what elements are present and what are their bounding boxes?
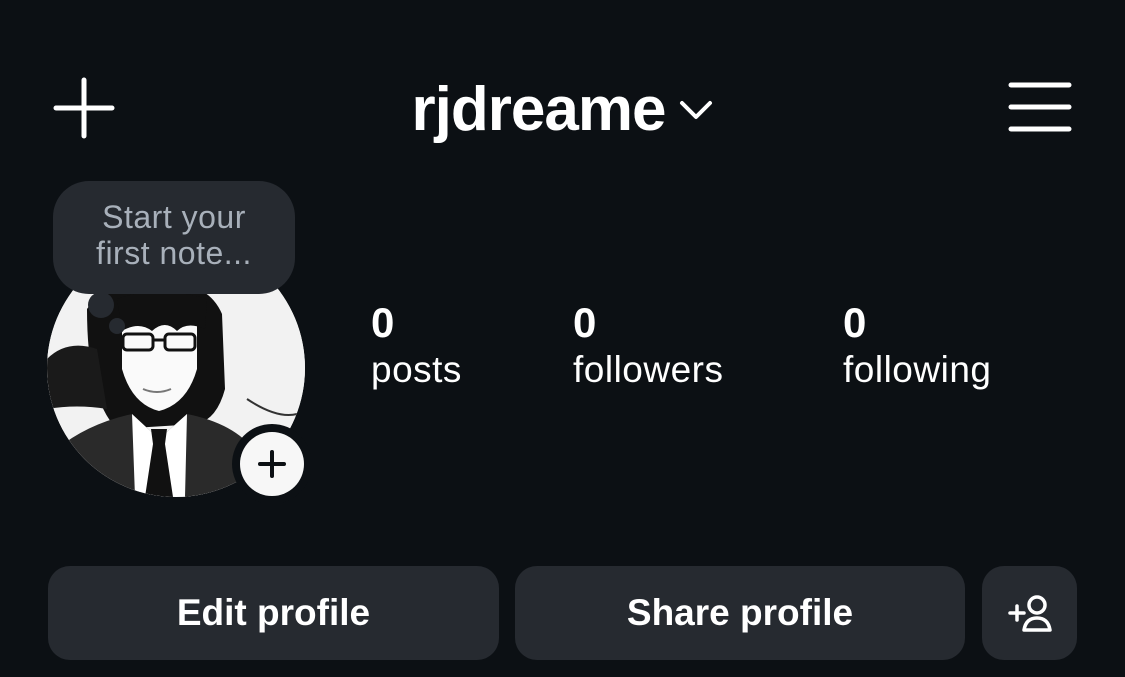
posts-label: posts bbox=[371, 349, 462, 390]
add-story-button[interactable] bbox=[232, 424, 312, 504]
following-label: following bbox=[843, 349, 992, 390]
new-post-button[interactable] bbox=[50, 74, 118, 142]
note-bubble[interactable]: Start your first note... bbox=[53, 181, 295, 294]
plus-icon bbox=[258, 450, 286, 478]
note-bubble-tail-small bbox=[109, 318, 125, 334]
plus-icon bbox=[53, 77, 115, 139]
add-story-circle bbox=[240, 432, 304, 496]
followers-stat[interactable]: 0 followers bbox=[573, 300, 724, 394]
edit-profile-button[interactable]: Edit profile bbox=[48, 566, 499, 660]
chevron-down-icon bbox=[680, 101, 713, 119]
share-profile-label: Share profile bbox=[626, 592, 854, 633]
following-count: 0 bbox=[843, 299, 867, 346]
share-profile-button[interactable]: Share profile bbox=[515, 566, 965, 660]
account-switcher[interactable]: rjdreame bbox=[412, 79, 714, 141]
followers-count: 0 bbox=[573, 299, 597, 346]
menu-button[interactable] bbox=[1004, 76, 1076, 138]
hamburger-menu-icon bbox=[1008, 82, 1072, 132]
note-bubble-tail bbox=[88, 292, 114, 318]
add-person-icon bbox=[1007, 595, 1052, 632]
note-text-line1: Start your bbox=[102, 199, 246, 235]
username: rjdreame bbox=[411, 75, 667, 144]
following-stat[interactable]: 0 following bbox=[843, 300, 991, 394]
note-text-line2: first note... bbox=[96, 235, 252, 271]
followers-label: followers bbox=[573, 349, 724, 390]
posts-count: 0 bbox=[371, 299, 395, 346]
posts-stat[interactable]: 0 posts bbox=[371, 300, 462, 394]
edit-profile-label: Edit profile bbox=[176, 592, 371, 633]
discover-people-button[interactable] bbox=[982, 566, 1077, 660]
header-title-area: rjdreame bbox=[0, 70, 1125, 150]
